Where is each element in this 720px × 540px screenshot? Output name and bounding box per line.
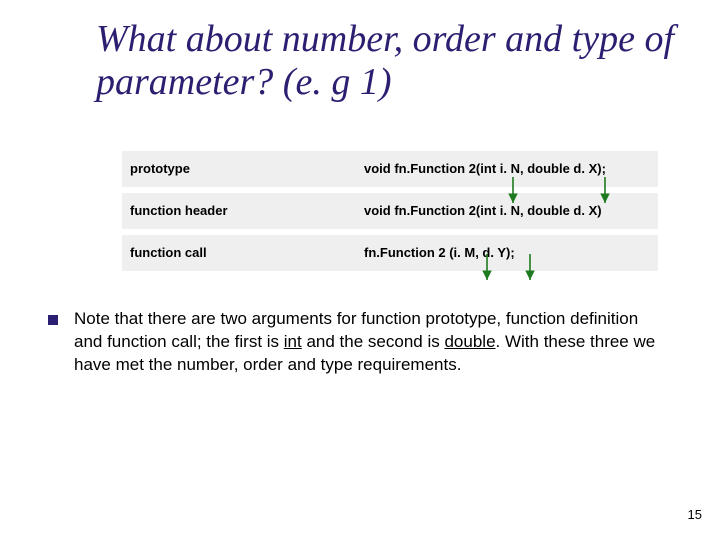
- row-label: prototype: [122, 151, 356, 190]
- row-code: void fn.Function 2(int i. N, double d. X…: [356, 151, 658, 190]
- row-label: function header: [122, 190, 356, 232]
- row-label: function call: [122, 232, 356, 274]
- table-row: prototype void fn.Function 2(int i. N, d…: [122, 151, 658, 190]
- table-row: function call fn.Function 2 (i. M, d. Y)…: [122, 232, 658, 274]
- table-row: function header void fn.Function 2(int i…: [122, 190, 658, 232]
- row-code: void fn.Function 2(int i. N, double d. X…: [356, 190, 658, 232]
- slide-title: What about number, order and type of par…: [96, 18, 686, 103]
- page-number: 15: [688, 507, 702, 522]
- bullet-icon: [48, 315, 58, 325]
- note-text: Note that there are two arguments for fu…: [74, 308, 670, 377]
- note-keyword-int: int: [284, 332, 302, 351]
- row-code: fn.Function 2 (i. M, d. Y);: [356, 232, 658, 274]
- note-keyword-double: double: [444, 332, 495, 351]
- code-table: prototype void fn.Function 2(int i. N, d…: [122, 151, 658, 277]
- note-segment: and the second is: [302, 332, 445, 351]
